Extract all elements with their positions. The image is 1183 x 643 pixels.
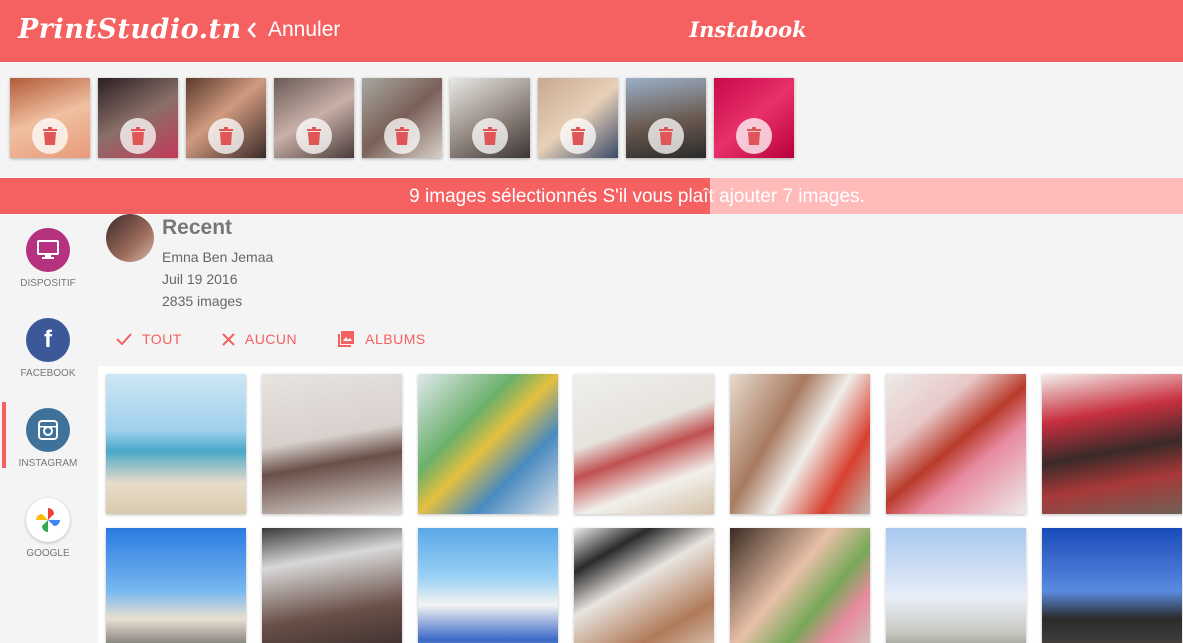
source-sidebar: DISPOSITIF f FACEBOOK INSTAGRAM GOOGLE — [0, 214, 98, 643]
photo-item[interactable] — [1042, 374, 1182, 514]
albums-button[interactable]: ALBUMS — [337, 330, 426, 348]
selected-photo[interactable] — [98, 78, 178, 158]
delete-photo-button[interactable] — [32, 118, 68, 154]
select-all-label: TOUT — [142, 331, 182, 347]
source-label: DISPOSITIF — [20, 278, 76, 289]
trash-icon — [747, 127, 761, 145]
select-all-button[interactable]: TOUT — [116, 330, 182, 348]
photo-item[interactable] — [106, 528, 246, 643]
photo-library-icon — [338, 331, 355, 347]
selected-photo[interactable] — [186, 78, 266, 158]
selection-progress-banner: 9 images sélectionnés S'il vous plaît aj… — [0, 178, 1183, 214]
trash-icon — [219, 127, 233, 145]
instagram-icon — [26, 408, 70, 452]
source-facebook[interactable]: f FACEBOOK — [0, 312, 98, 402]
trash-icon — [43, 127, 57, 145]
photo-item[interactable] — [574, 374, 714, 514]
album-owner: Emna Ben Jemaa — [162, 249, 274, 265]
album-name: Recent — [162, 216, 233, 239]
monitor-icon — [26, 228, 70, 272]
source-label: INSTAGRAM — [18, 458, 78, 469]
delete-photo-button[interactable] — [384, 118, 420, 154]
source-instagram[interactable]: INSTAGRAM — [0, 402, 98, 492]
delete-photo-button[interactable] — [120, 118, 156, 154]
photo-item[interactable] — [262, 374, 402, 514]
selection-message: 9 images sélectionnés S'il vous plaît aj… — [409, 186, 865, 207]
select-none-button[interactable]: AUCUN — [222, 330, 297, 348]
close-icon — [222, 332, 235, 346]
selected-photo[interactable] — [362, 78, 442, 158]
facebook-icon: f — [26, 318, 70, 362]
album-count: 2835 images — [162, 293, 243, 309]
avatar — [106, 214, 154, 262]
photo-item[interactable] — [418, 528, 558, 643]
selected-photo[interactable] — [538, 78, 618, 158]
photo-item[interactable] — [886, 374, 1026, 514]
photo-item[interactable] — [106, 374, 246, 514]
selected-photos-strip — [10, 78, 794, 158]
page-title: Instabook — [689, 17, 807, 42]
photo-item[interactable] — [418, 374, 558, 514]
photo-item[interactable] — [730, 374, 870, 514]
selection-actions: TOUT AUCUN ALBUMS — [116, 330, 426, 348]
trash-icon — [659, 127, 673, 145]
delete-photo-button[interactable] — [648, 118, 684, 154]
photo-item[interactable] — [886, 528, 1026, 643]
delete-photo-button[interactable] — [560, 118, 596, 154]
delete-photo-button[interactable] — [736, 118, 772, 154]
source-device[interactable]: DISPOSITIF — [0, 222, 98, 312]
selected-photo[interactable] — [450, 78, 530, 158]
album-date: Juil 19 2016 — [162, 271, 238, 287]
source-label: FACEBOOK — [20, 368, 76, 379]
delete-photo-button[interactable] — [296, 118, 332, 154]
app-header: PrintStudio.tn Annuler Instabook — [0, 0, 1183, 62]
trash-icon — [571, 127, 585, 145]
check-icon — [116, 333, 132, 345]
delete-photo-button[interactable] — [208, 118, 244, 154]
source-label: GOOGLE — [26, 548, 70, 559]
trash-icon — [483, 127, 497, 145]
trash-icon — [395, 127, 409, 145]
selected-photo[interactable] — [274, 78, 354, 158]
selected-photo[interactable] — [626, 78, 706, 158]
google-photos-icon — [26, 498, 70, 542]
select-none-label: AUCUN — [244, 331, 298, 347]
trash-icon — [307, 127, 321, 145]
photo-item[interactable] — [262, 528, 402, 643]
photo-item[interactable] — [1042, 528, 1182, 643]
selected-photo[interactable] — [10, 78, 90, 158]
photo-item[interactable] — [574, 528, 714, 643]
trash-icon — [131, 127, 145, 145]
photo-item[interactable] — [730, 528, 870, 643]
albums-label: ALBUMS — [365, 331, 426, 347]
photo-grid — [98, 366, 1183, 643]
source-google[interactable]: GOOGLE — [0, 492, 98, 582]
delete-photo-button[interactable] — [472, 118, 508, 154]
selected-photo[interactable] — [714, 78, 794, 158]
